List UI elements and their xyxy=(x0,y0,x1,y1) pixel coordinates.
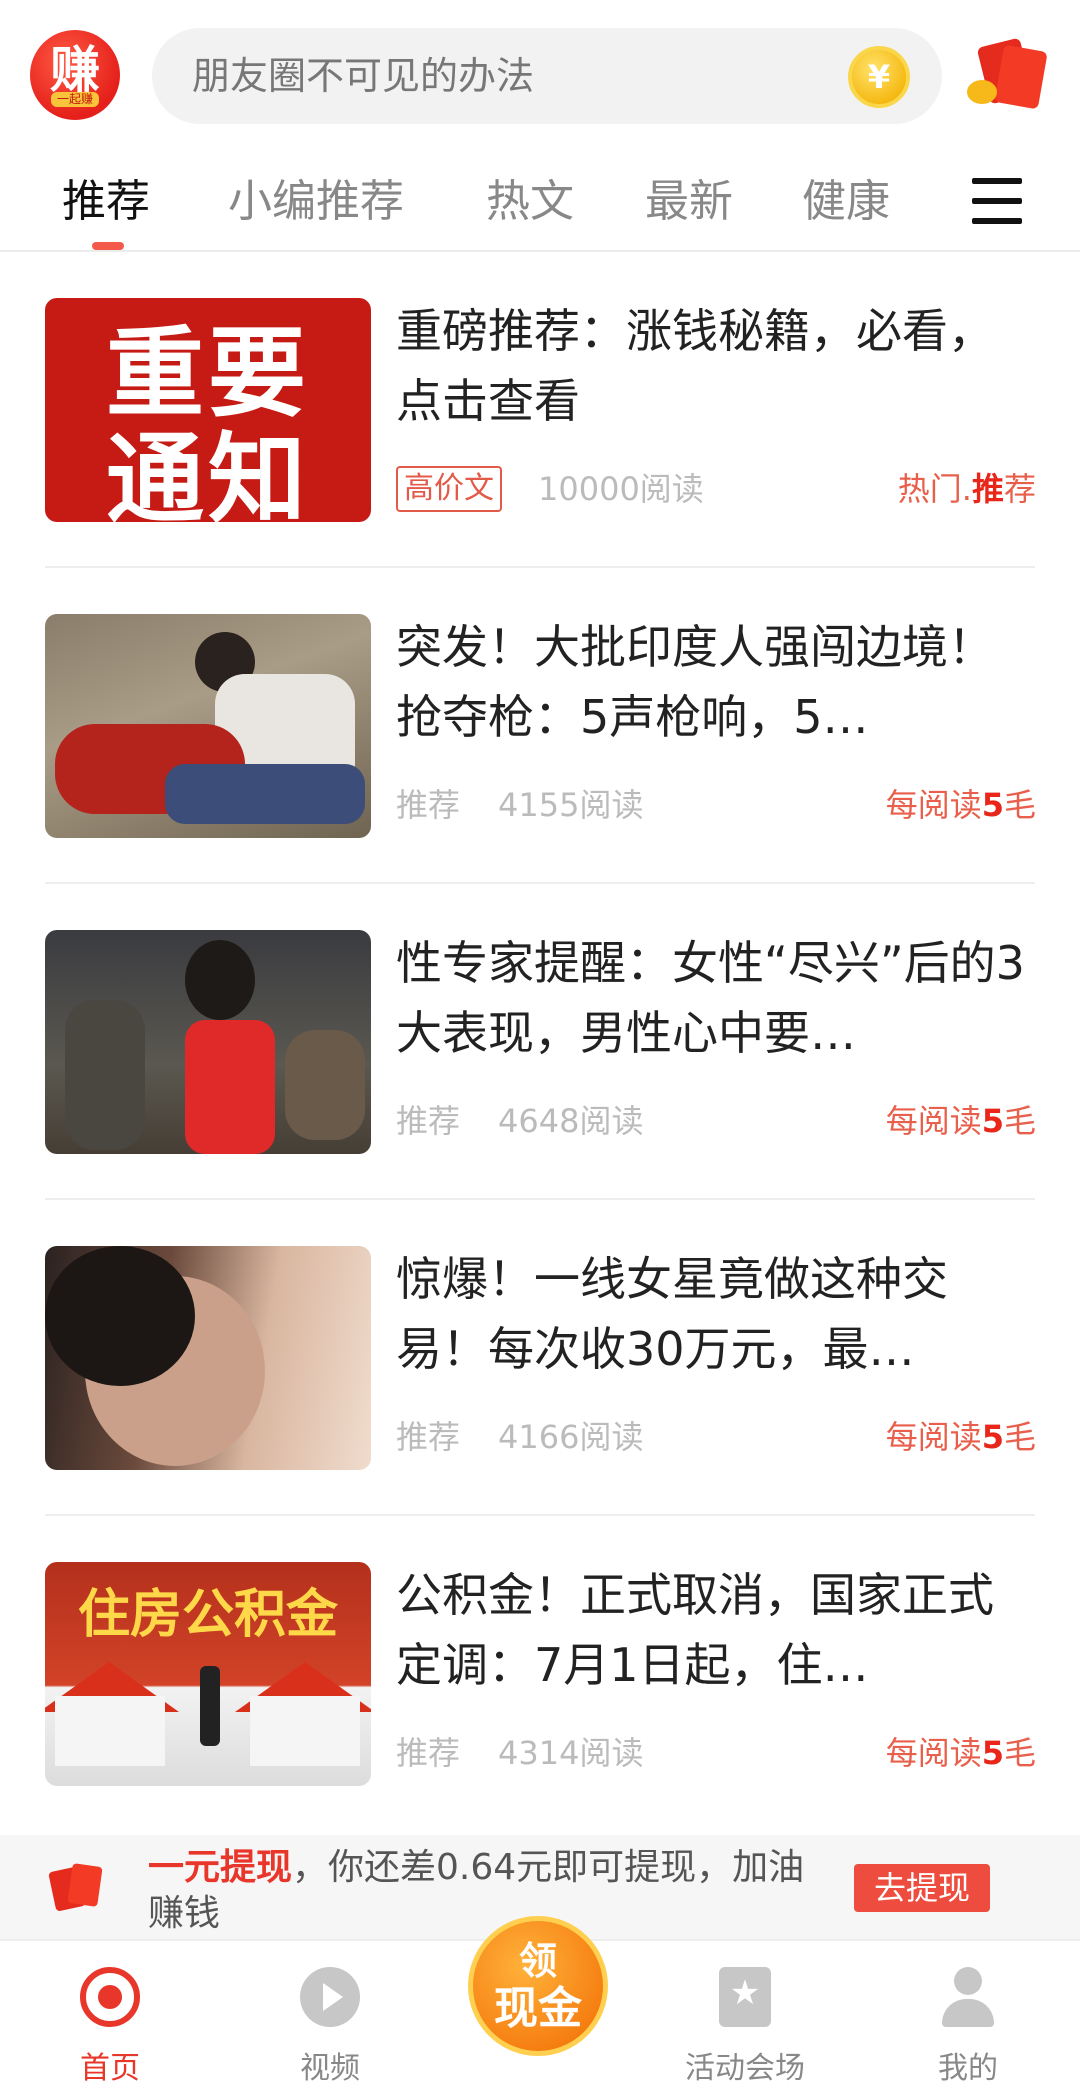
article-tag: 高价文 xyxy=(396,466,502,512)
article-thumbnail: 重要 通知 xyxy=(45,298,371,522)
article-tag: 推荐 xyxy=(396,1418,461,1456)
article-meta: 推荐 4648阅读 每阅读5毛 xyxy=(396,1096,1036,1146)
nav-video[interactable]: 视频 xyxy=(255,1941,405,2091)
nav-label: 我的 xyxy=(938,2051,998,2086)
house-shape xyxy=(55,1696,165,1766)
tab-health[interactable]: 健康 xyxy=(802,172,890,232)
red-packet-icon[interactable] xyxy=(965,37,1048,110)
withdraw-message: 一元提现，你还差0.64元即可提现，加油赚钱 xyxy=(148,1845,828,1937)
nav-home[interactable]: 首页 xyxy=(35,1941,185,2091)
article-card[interactable]: 重要 通知 重磅推荐：涨钱秘籍，必看，点击查看 高价文 10000阅读 热门.推… xyxy=(0,252,1080,568)
red-packet-icon xyxy=(48,1863,108,1913)
person-shape xyxy=(165,764,365,824)
withdraw-button[interactable]: 去提现 xyxy=(854,1864,990,1912)
tab-editor-picks[interactable]: 小编推荐 xyxy=(228,172,404,232)
article-thumbnail: 住房公积金 xyxy=(45,1562,371,1786)
logo-subtext: 一起赚 xyxy=(50,91,99,107)
nav-label: 活动会场 xyxy=(685,2051,805,2086)
read-count: 4648阅读 xyxy=(498,1102,644,1140)
tab-hot[interactable]: 热文 xyxy=(486,172,574,232)
nav-events[interactable]: 活动会场 xyxy=(670,1941,820,2091)
person-shape xyxy=(65,1000,145,1150)
read-count: 4155阅读 xyxy=(498,786,644,824)
article-tag: 推荐 xyxy=(396,1734,461,1772)
reward-label: 每阅读5毛 xyxy=(885,1418,1036,1456)
reward-label: 每阅读5毛 xyxy=(885,1102,1036,1140)
article-meta: 推荐 4166阅读 每阅读5毛 xyxy=(396,1412,1036,1462)
tab-latest[interactable]: 最新 xyxy=(645,172,733,232)
person-shape xyxy=(185,1020,275,1154)
article-card[interactable]: 突发！大批印度人强闯边境！抢夺枪：5声枪响，5… 推荐 4155阅读 每阅读5毛 xyxy=(0,568,1080,884)
article-thumbnail xyxy=(45,930,371,1154)
user-icon xyxy=(938,1967,998,2027)
reward-label: 每阅读5毛 xyxy=(885,1734,1036,1772)
article-title[interactable]: 公积金！正式取消，国家正式定调：7月1日起，住… xyxy=(396,1560,1036,1700)
search-input[interactable]: 朋友圈不可见的办法 xyxy=(192,28,534,124)
top-header: 赚 一起赚 朋友圈不可见的办法 ¥ xyxy=(0,0,1080,150)
reward-label: 热门.推荐 xyxy=(897,470,1036,508)
article-meta: 推荐 4155阅读 每阅读5毛 xyxy=(396,780,1036,830)
play-icon xyxy=(300,1967,360,2027)
search-bar[interactable]: 朋友圈不可见的办法 ¥ xyxy=(152,28,942,124)
article-title[interactable]: 重磅推荐：涨钱秘籍，必看，点击查看 xyxy=(396,296,1036,436)
read-count: 10000阅读 xyxy=(538,470,704,508)
nav-profile[interactable]: 我的 xyxy=(893,1941,1043,2091)
red-packet-shape xyxy=(994,44,1048,110)
star-bookmark-icon xyxy=(719,1967,771,2027)
article-thumbnail xyxy=(45,614,371,838)
article-card[interactable]: 性专家提醒：女性“尽兴”后的3大表现，男性心中要… 推荐 4648阅读 每阅读5… xyxy=(0,884,1080,1200)
person-shape xyxy=(285,1030,365,1140)
app-logo[interactable]: 赚 一起赚 xyxy=(30,30,120,120)
article-title[interactable]: 突发！大批印度人强闯边境！抢夺枪：5声枪响，5… xyxy=(396,612,1036,752)
logo-text: 赚 xyxy=(50,40,100,99)
article-card[interactable]: 惊爆！一线女星竟做这种交易！每次收30万元，最… 推荐 4166阅读 每阅读5毛 xyxy=(0,1200,1080,1516)
hair-shape xyxy=(45,1246,195,1386)
article-meta: 高价文 10000阅读 热门.推荐 xyxy=(396,464,1036,514)
claim-cash-button[interactable]: 领 现金 xyxy=(468,1916,608,2056)
active-tab-indicator xyxy=(92,242,124,250)
claim-cash-line2: 现金 xyxy=(494,1983,582,2034)
withdraw-highlight: 一元提现 xyxy=(148,1847,293,1888)
nav-label: 首页 xyxy=(80,2051,140,2086)
menu-icon[interactable] xyxy=(972,178,1022,224)
thumbnail-text: 住房公积金 xyxy=(77,1585,338,1645)
person-shape xyxy=(185,940,255,1020)
article-thumbnail xyxy=(45,1246,371,1470)
coin-icon[interactable]: ¥ xyxy=(848,46,910,108)
article-tag: 推荐 xyxy=(396,1102,461,1140)
figure-shape xyxy=(200,1666,220,1746)
thumbnail-text: 通知 xyxy=(105,423,310,522)
article-tag: 推荐 xyxy=(396,786,461,824)
read-count: 4314阅读 xyxy=(498,1734,644,1772)
tab-recommend[interactable]: 推荐 xyxy=(62,172,150,232)
article-meta: 推荐 4314阅读 每阅读5毛 xyxy=(396,1728,1036,1778)
read-count: 4166阅读 xyxy=(498,1418,644,1456)
gold-coin-shape xyxy=(967,80,997,104)
article-card[interactable]: 住房公积金 公积金！正式取消，国家正式定调：7月1日起，住… 推荐 4314阅读… xyxy=(0,1516,1080,1832)
reward-label: 每阅读5毛 xyxy=(885,786,1036,824)
claim-cash-line1: 领 xyxy=(518,1939,557,1983)
home-icon xyxy=(80,1967,140,2027)
article-title[interactable]: 惊爆！一线女星竟做这种交易！每次收30万元，最… xyxy=(396,1244,1036,1384)
nav-label: 视频 xyxy=(300,2051,360,2086)
category-tabs: 推荐 小编推荐 热文 最新 健康 xyxy=(0,150,1080,252)
house-shape xyxy=(250,1696,360,1766)
article-title[interactable]: 性专家提醒：女性“尽兴”后的3大表现，男性心中要… xyxy=(396,928,1036,1068)
